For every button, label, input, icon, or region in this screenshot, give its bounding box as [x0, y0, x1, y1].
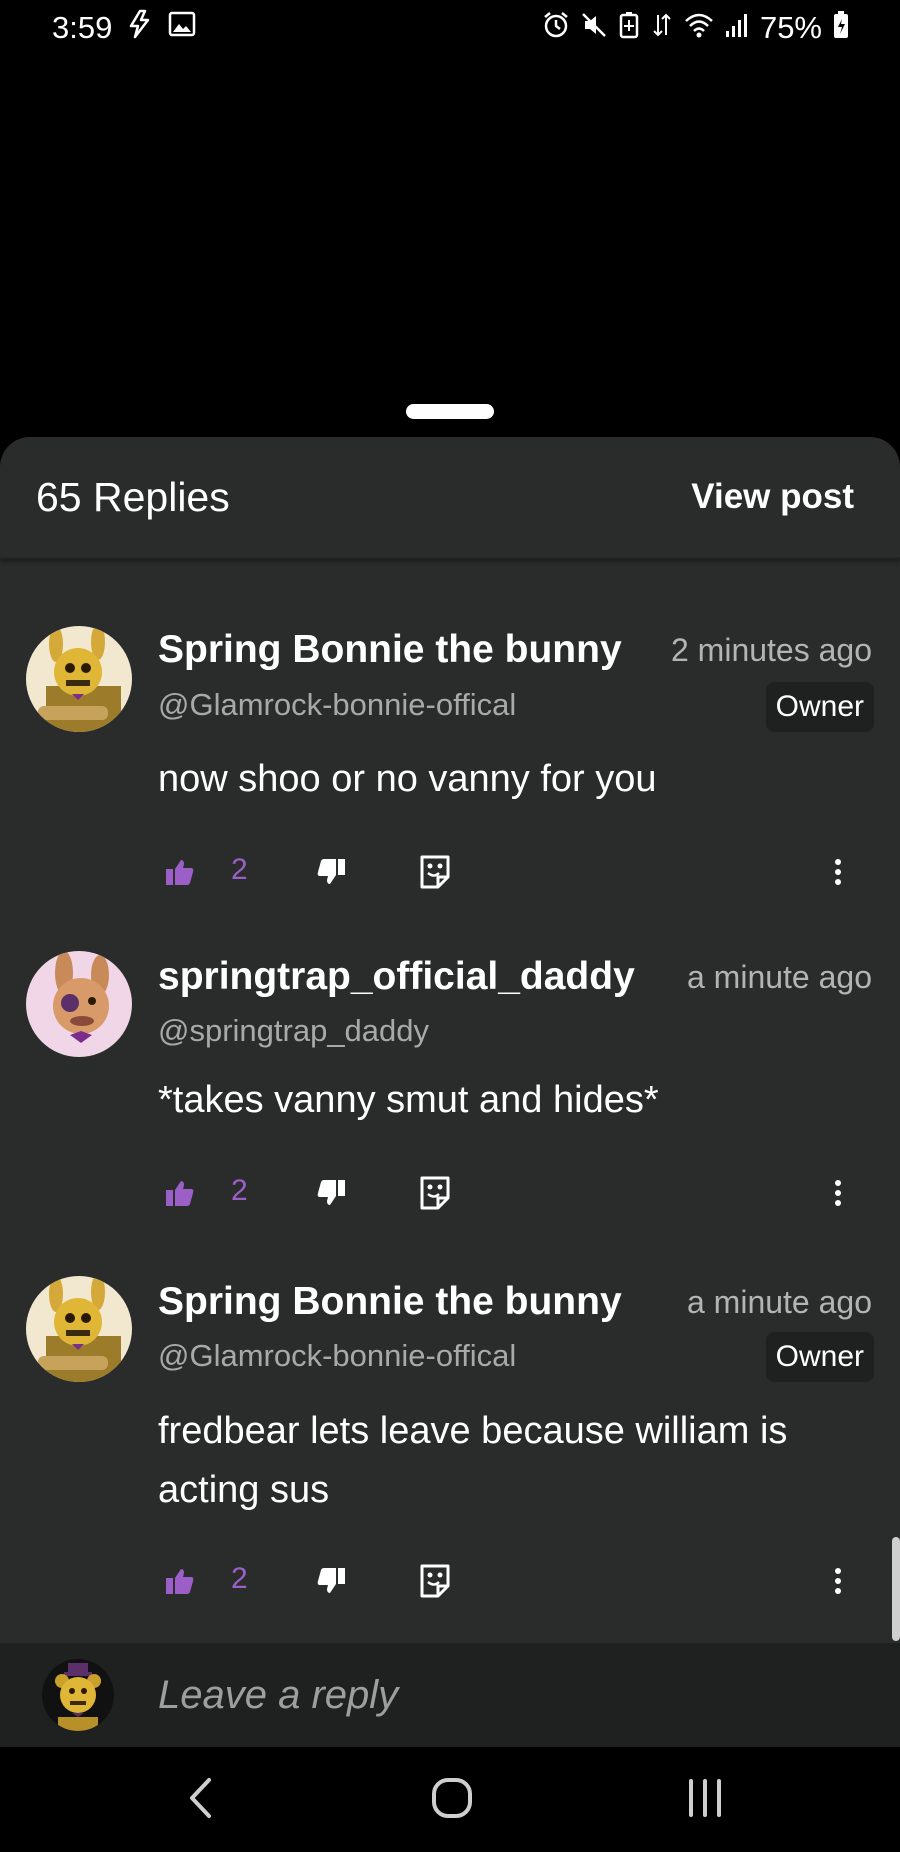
avatar[interactable]	[26, 1276, 132, 1382]
reply-handle[interactable]: @Glamrock-bonnie-offical	[158, 687, 516, 723]
like-count: 2	[231, 853, 248, 886]
recent-apps-icon[interactable]	[675, 1773, 735, 1823]
flash-icon	[126, 9, 154, 47]
back-icon[interactable]	[170, 1773, 230, 1823]
like-count: 2	[231, 1174, 248, 1207]
reply-text: now shoo or no vanny for you	[158, 758, 657, 800]
image-icon	[168, 10, 196, 46]
more-options-icon[interactable]	[826, 1556, 850, 1606]
sticker-icon[interactable]	[415, 847, 455, 897]
home-icon[interactable]	[422, 1773, 482, 1823]
more-options-icon[interactable]	[826, 1168, 850, 1218]
reply-actions: 2	[0, 847, 900, 897]
like-count: 2	[231, 1562, 248, 1595]
reply-time: a minute ago	[686, 1284, 872, 1320]
thumbs-down-icon[interactable]	[311, 847, 351, 897]
fredbear-avatar	[42, 1659, 114, 1731]
battery-percent: 75%	[759, 10, 822, 45]
thumbs-up-icon[interactable]	[160, 1556, 200, 1606]
reply-handle[interactable]: @Glamrock-bonnie-offical	[158, 1338, 516, 1374]
reply-time: a minute ago	[686, 959, 872, 995]
springtrap-avatar	[26, 951, 132, 1057]
thumbs-down-icon[interactable]	[311, 1556, 351, 1606]
reply-author[interactable]: Spring Bonnie the bunny	[158, 628, 633, 672]
view-post-button[interactable]: View post	[691, 477, 854, 517]
wifi-icon	[684, 11, 714, 46]
signal-icon	[724, 11, 750, 46]
navigation-bar	[0, 1747, 900, 1852]
spring-bonnie-avatar	[26, 626, 132, 732]
thumbs-up-icon[interactable]	[160, 1168, 200, 1218]
reply-actions: 2	[0, 1168, 900, 1218]
sticker-icon[interactable]	[415, 1168, 455, 1218]
scrollbar[interactable]	[892, 1537, 900, 1641]
alarm-icon	[542, 11, 570, 46]
data-icon	[650, 11, 674, 46]
reply-time: 2 minutes ago	[670, 632, 872, 668]
avatar[interactable]	[26, 951, 132, 1057]
thumbs-down-icon[interactable]	[311, 1168, 351, 1218]
owner-badge: Owner	[765, 682, 874, 732]
sheet-header: 65 Replies View post	[0, 437, 900, 559]
reply-handle[interactable]: @springtrap_daddy	[158, 1013, 429, 1049]
reply-actions: 2	[0, 1556, 900, 1606]
status-time: 3:59	[52, 10, 113, 45]
owner-badge: Owner	[765, 1332, 874, 1382]
sticker-icon[interactable]	[415, 1556, 455, 1606]
avatar	[42, 1659, 114, 1731]
reply-author[interactable]: springtrap_official_daddy	[158, 955, 648, 999]
spring-bonnie-avatar	[26, 1276, 132, 1382]
battery-saver-icon	[618, 11, 640, 46]
battery-icon	[832, 10, 850, 47]
reply-input[interactable]	[158, 1665, 858, 1725]
sheet-drag-handle[interactable]	[406, 404, 494, 419]
reply-text: *takes vanny smut and hides*	[158, 1079, 659, 1121]
thumbs-up-icon[interactable]	[160, 847, 200, 897]
status-bar: 3:59 75%	[0, 0, 900, 56]
avatar[interactable]	[26, 626, 132, 732]
replies-count: 65 Replies	[36, 473, 230, 520]
reply-text: fredbear lets leave because william is a…	[158, 1410, 788, 1511]
more-options-icon[interactable]	[826, 847, 850, 897]
reply-composer	[0, 1643, 900, 1747]
reply-author[interactable]: Spring Bonnie the bunny	[158, 1280, 648, 1324]
mute-icon	[580, 11, 608, 46]
